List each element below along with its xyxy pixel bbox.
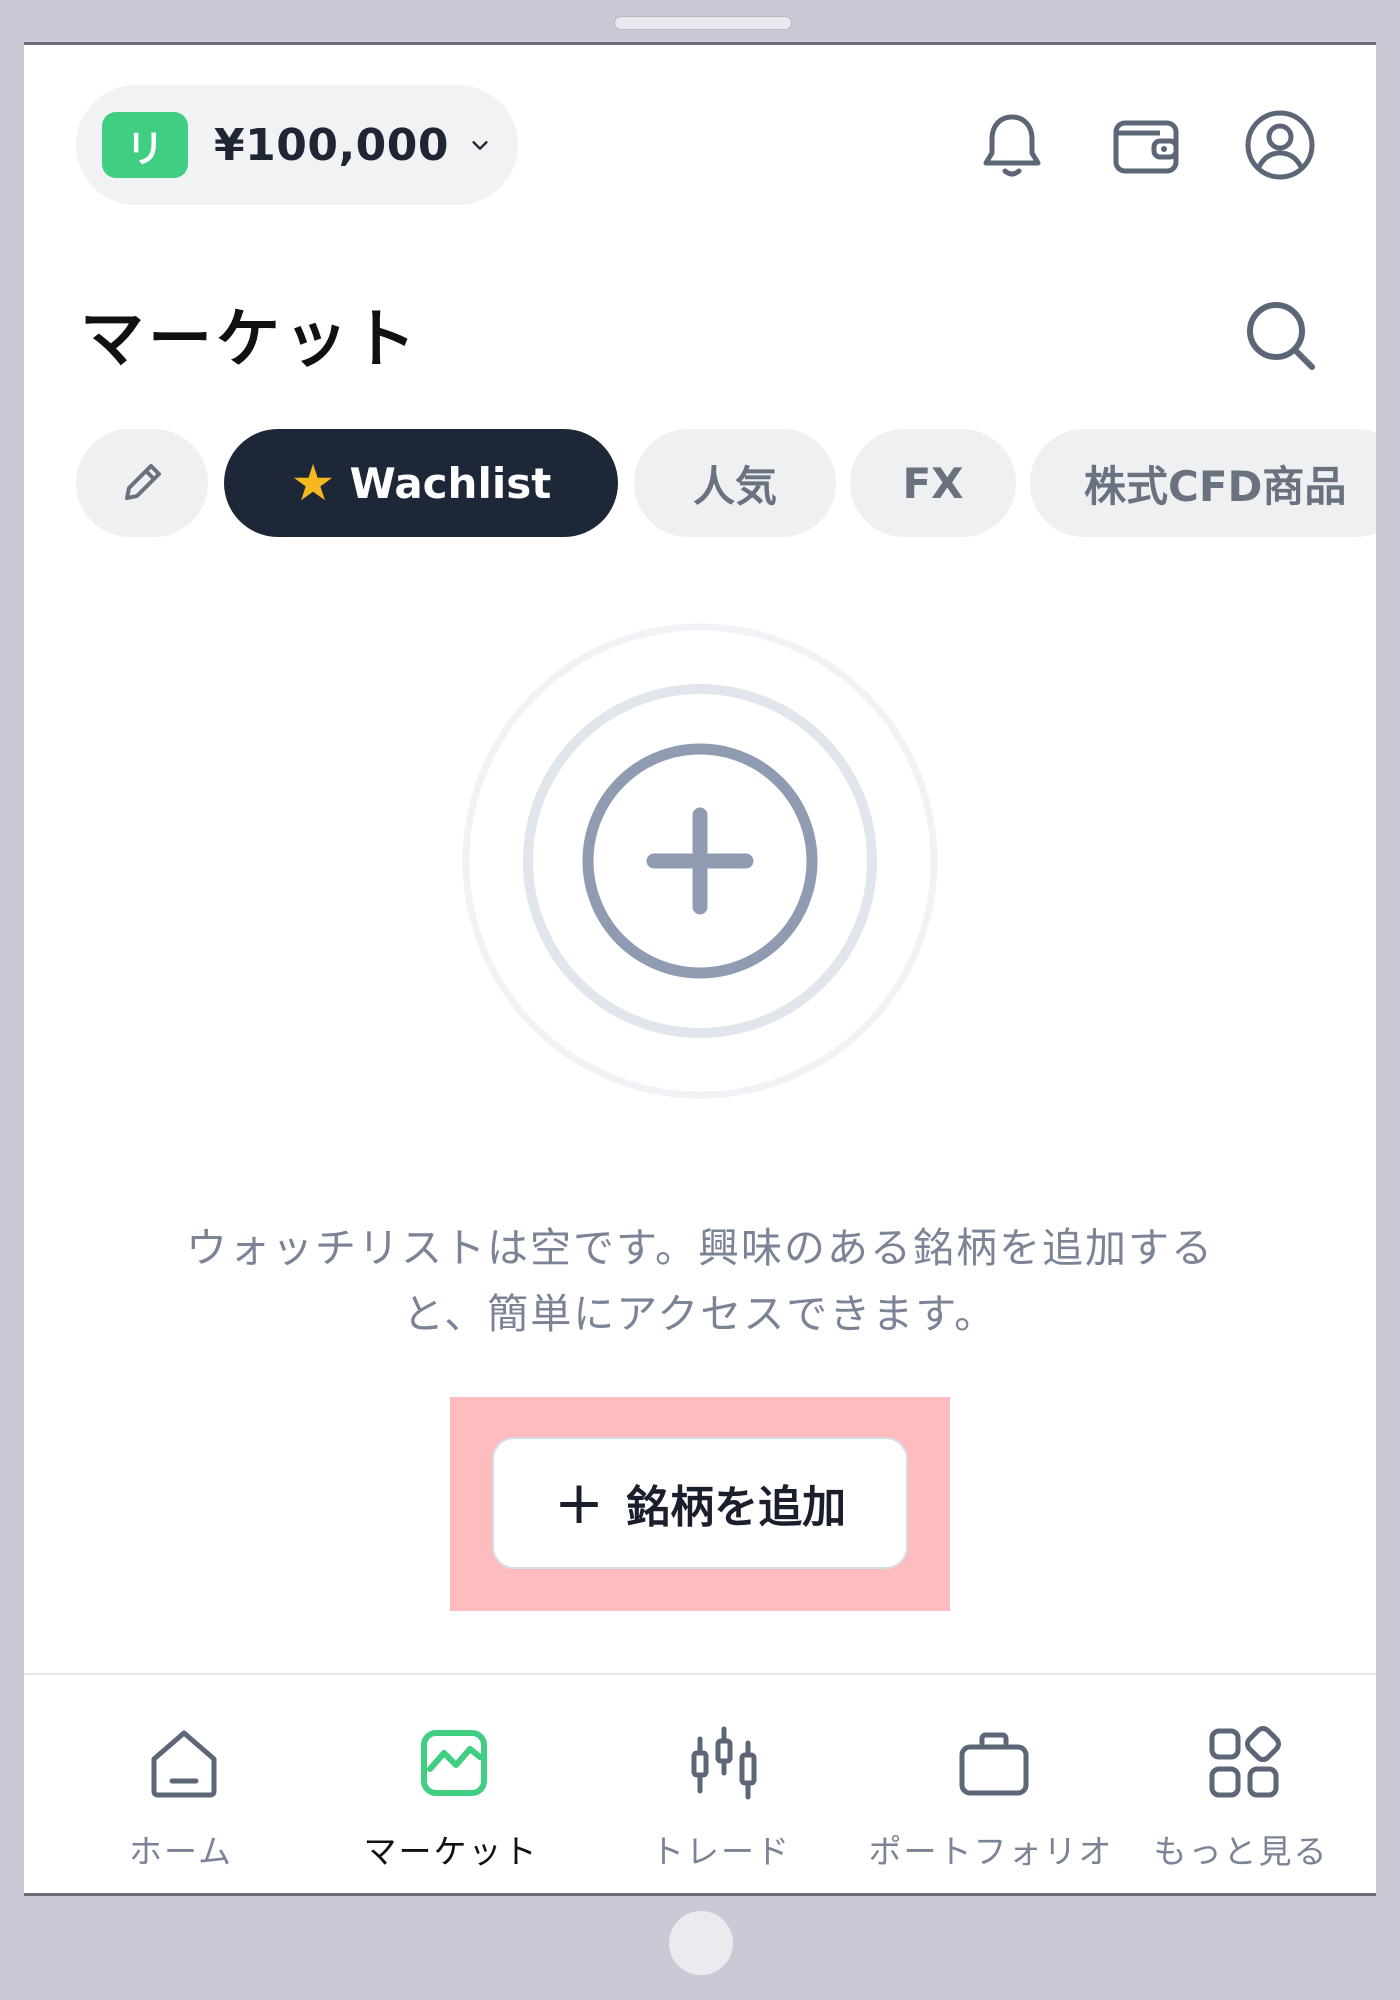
pencil-icon: [125, 464, 161, 500]
chart-icon: [421, 1730, 487, 1796]
tab-popular-label: 人気: [692, 461, 777, 511]
add-watchlist-illustration: [462, 623, 938, 1099]
search-icon[interactable]: [1242, 297, 1320, 375]
page-title: マーケット: [80, 303, 420, 377]
device-frame: リ ¥100,000 マーケット ★ Wachlist 人気 FX 株式CFD商…: [0, 0, 1400, 2000]
tab-stock-cfd[interactable]: 株式CFD商品: [1030, 429, 1376, 537]
star-icon: ★: [290, 454, 336, 512]
user-avatar-icon[interactable]: [1240, 105, 1320, 185]
nav-market[interactable]: マーケット: [316, 1675, 586, 1893]
nav-portfolio[interactable]: ポートフォリオ: [856, 1675, 1126, 1893]
chevron-down-icon: [472, 141, 488, 150]
wallet-icon[interactable]: [1106, 105, 1186, 185]
plus-icon: [646, 807, 754, 915]
account-balance: ¥100,000: [214, 119, 450, 171]
nav-trade[interactable]: トレード: [586, 1675, 856, 1893]
bottom-navigation: ホーム マーケット トレード ポートフォリオ もっと見る: [24, 1673, 1376, 1893]
nav-home-label: ホーム: [128, 1832, 233, 1871]
app-screen: リ ¥100,000 マーケット ★ Wachlist 人気 FX 株式CFD商…: [24, 42, 1376, 1896]
tab-watchlist[interactable]: ★ Wachlist: [224, 429, 618, 537]
plus-icon: +: [553, 1468, 605, 1538]
device-home-button: [669, 1911, 733, 1975]
empty-message-line1: ウォッチリストは空です。興味のある銘柄を追加する: [186, 1224, 1214, 1272]
device-speaker: [614, 16, 792, 30]
nav-home[interactable]: ホーム: [46, 1675, 316, 1893]
edit-watchlist-button[interactable]: [76, 429, 208, 537]
nav-trade-label: トレード: [651, 1832, 791, 1871]
briefcase-icon: [959, 1732, 1029, 1796]
nav-more-label: もっと見る: [1153, 1832, 1329, 1871]
candlestick-icon: [691, 1726, 757, 1800]
home-icon: [151, 1730, 217, 1798]
add-symbol-button[interactable]: + 銘柄を追加: [492, 1437, 908, 1569]
nav-market-label: マーケット: [363, 1832, 539, 1871]
add-symbol-label: 銘柄を追加: [626, 1482, 847, 1533]
tab-fx-label: FX: [902, 458, 964, 508]
account-type-badge: リ: [102, 112, 188, 178]
tab-stock-cfd-label: 株式CFD商品: [1084, 461, 1347, 511]
more-apps-icon: [1209, 1726, 1281, 1798]
tab-popular[interactable]: 人気: [634, 429, 836, 537]
empty-message-line2: と、簡単にアクセスできます。: [402, 1290, 998, 1338]
bell-icon[interactable]: [972, 105, 1052, 185]
account-balance-selector[interactable]: リ ¥100,000: [76, 85, 518, 205]
tab-fx[interactable]: FX: [850, 429, 1016, 537]
nav-portfolio-label: ポートフォリオ: [868, 1832, 1114, 1871]
nav-more[interactable]: もっと見る: [1106, 1675, 1376, 1893]
tab-watchlist-label: Wachlist: [349, 458, 552, 508]
empty-watchlist-message: ウォッチリストは空です。興味のある銘柄を追加する と、簡単にアクセスできます。: [104, 1215, 1296, 1347]
